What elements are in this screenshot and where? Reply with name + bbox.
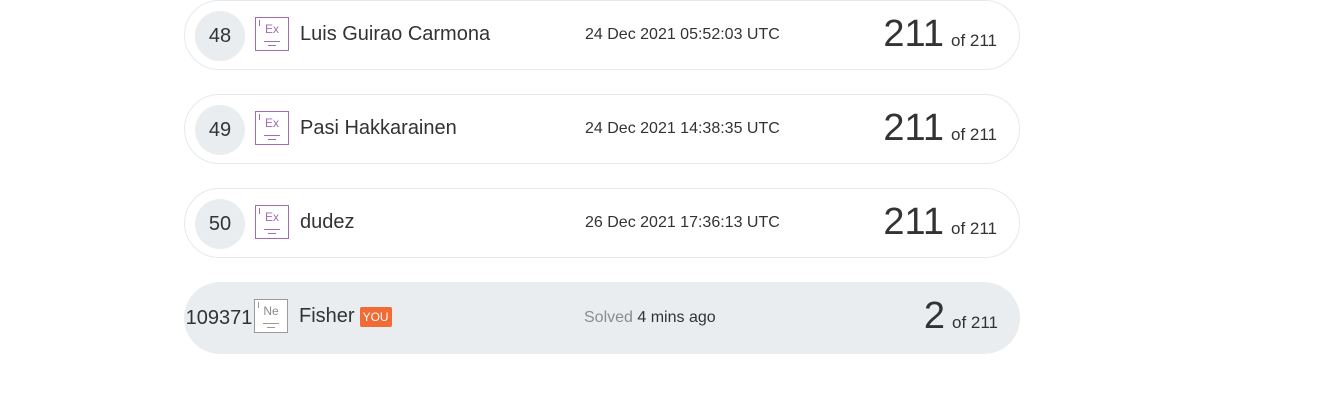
solved-time: 4 mins ago xyxy=(637,309,716,326)
score: 2 of 211 xyxy=(924,295,998,338)
solved-count: 211 xyxy=(883,107,944,149)
score: 211 of 211 xyxy=(883,201,997,244)
leaderboard-row[interactable]: 49 Ex Pasi Hakkarainen 24 Dec 2021 14:38… xyxy=(184,94,1020,164)
total-count: of 211 xyxy=(950,219,997,238)
leaderboard-row[interactable]: 50 Ex dudez 26 Dec 2021 17:36:13 UTC 211… xyxy=(184,188,1020,258)
expert-badge-icon: Ex xyxy=(255,17,289,51)
total-count: of 211 xyxy=(950,31,997,50)
solved-status: Solved 4 mins ago xyxy=(584,309,716,327)
solved-label: Solved xyxy=(584,309,633,326)
rank-number: 48 xyxy=(195,11,245,61)
solved-count: 211 xyxy=(883,13,944,55)
solved-date: 26 Dec 2021 17:36:13 UTC xyxy=(585,214,780,231)
rank-number: 50 xyxy=(195,199,245,249)
solved-date: 24 Dec 2021 14:38:35 UTC xyxy=(585,120,780,137)
rank-number: 109371 xyxy=(185,306,253,329)
solved-count: 211 xyxy=(883,201,944,243)
user-name[interactable]: Luis Guirao Carmona xyxy=(300,23,490,46)
solved-date: 24 Dec 2021 05:52:03 UTC xyxy=(585,26,780,43)
score: 211 of 211 xyxy=(883,13,997,56)
expert-badge-icon: Ex xyxy=(255,111,289,145)
user-name[interactable]: dudez xyxy=(300,211,355,234)
user-name[interactable]: Pasi Hakkarainen xyxy=(300,117,457,140)
user-name[interactable]: Fisher YOU xyxy=(299,305,392,328)
you-badge: YOU xyxy=(359,306,392,327)
expert-badge-icon: Ex xyxy=(255,205,289,239)
score: 211 of 211 xyxy=(883,107,997,150)
leaderboard-row[interactable]: 48 Ex Luis Guirao Carmona 24 Dec 2021 05… xyxy=(184,0,1020,70)
current-user-row[interactable]: 109371 Ne Fisher YOU Solved 4 mins ago 2… xyxy=(184,282,1020,354)
total-count: of 211 xyxy=(951,313,998,332)
total-count: of 211 xyxy=(950,125,997,144)
solved-count: 2 xyxy=(923,295,945,337)
rank-number: 49 xyxy=(195,105,245,155)
newbie-badge-icon: Ne xyxy=(254,299,288,333)
